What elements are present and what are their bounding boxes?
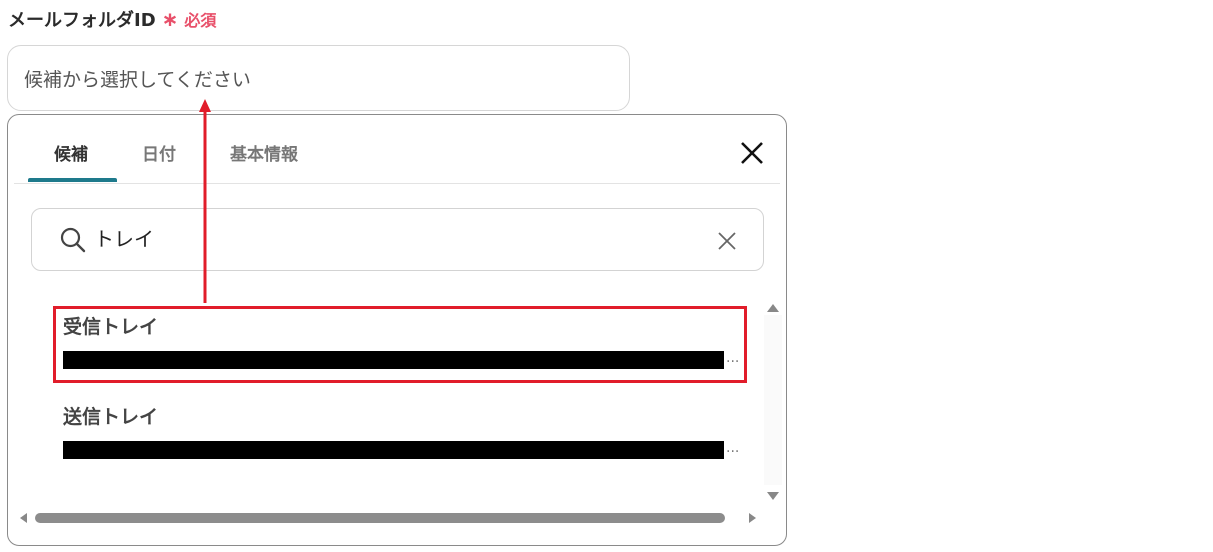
horizontal-scroll-thumb[interactable]: [35, 513, 725, 523]
search-input[interactable]: [94, 225, 654, 249]
field-label: メールフォルダID ∗ 必須: [8, 6, 216, 32]
horizontal-scrollbar[interactable]: [14, 507, 762, 529]
folder-select-input[interactable]: 候補から選択してください: [7, 45, 630, 111]
list-item[interactable]: 送信トレイ ...: [53, 396, 753, 476]
option-title: 送信トレイ: [63, 406, 159, 428]
tab-candidates[interactable]: 候補: [54, 140, 88, 165]
highlight-box: [53, 306, 747, 383]
tab-bar: 候補 日付 基本情報: [14, 115, 780, 184]
redacted-bar: [63, 441, 724, 459]
field-label-text: メールフォルダID: [8, 10, 156, 31]
asterisk-icon: ∗: [161, 7, 179, 31]
scroll-down-icon[interactable]: [766, 490, 780, 502]
option-ellipsis: ...: [726, 440, 740, 456]
vertical-scrollbar[interactable]: [764, 315, 782, 485]
scroll-up-icon[interactable]: [766, 302, 780, 314]
select-placeholder: 候補から選択してください: [24, 68, 251, 91]
tab-date[interactable]: 日付: [142, 140, 176, 165]
search-box: [31, 208, 764, 271]
active-tab-indicator: [28, 178, 117, 182]
search-icon: [60, 227, 86, 253]
scroll-left-icon[interactable]: [18, 512, 28, 524]
required-badge: 必須: [184, 11, 217, 30]
candidate-dropdown: 候補 日付 基本情報 受信トレイ ... 送信トレイ ...: [7, 114, 787, 546]
scroll-right-icon[interactable]: [748, 512, 758, 524]
clear-icon[interactable]: [717, 231, 737, 251]
close-icon[interactable]: [739, 140, 765, 166]
tab-basic-info[interactable]: 基本情報: [230, 140, 298, 165]
